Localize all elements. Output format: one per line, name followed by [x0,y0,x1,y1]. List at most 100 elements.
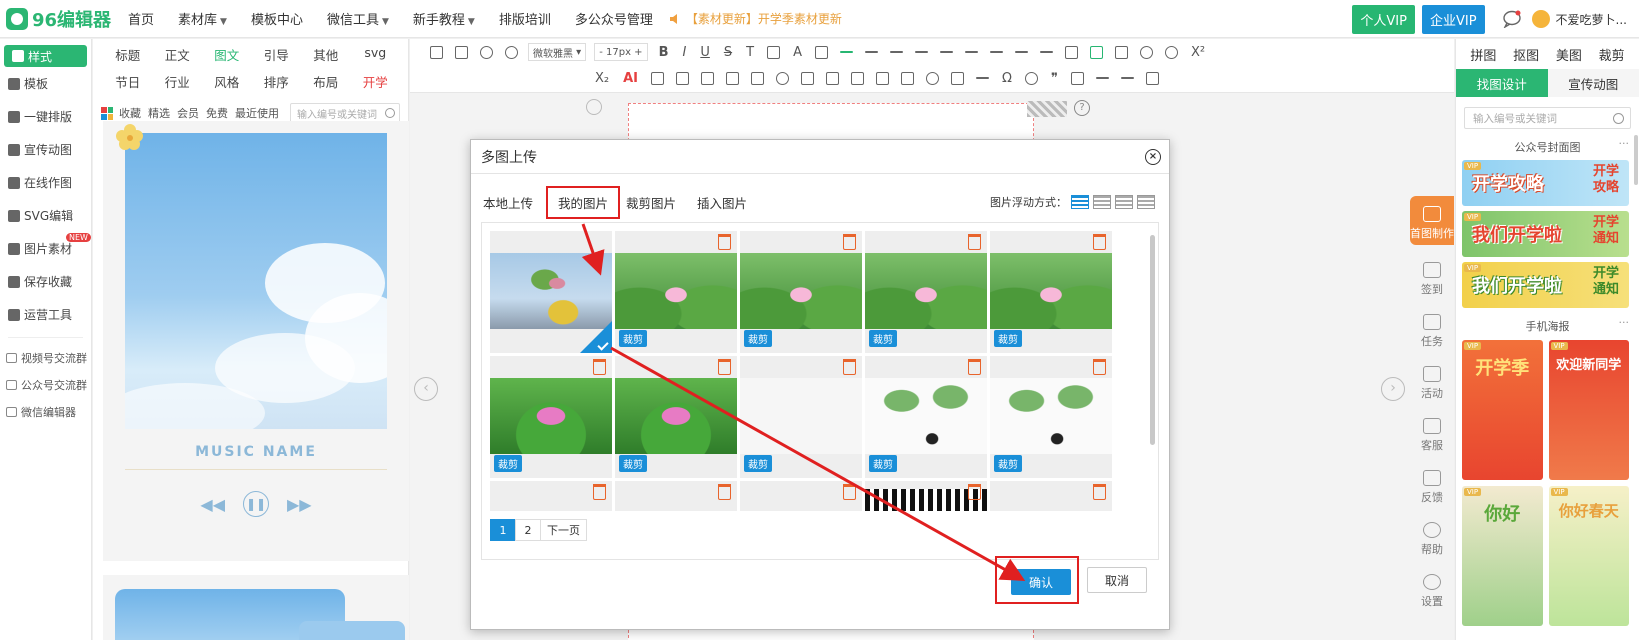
image-thumb[interactable] [740,481,862,511]
more-icon[interactable]: ··· [1619,137,1630,150]
style-search-input[interactable]: 输入编号或关键词 [290,103,400,123]
html-icon[interactable] [430,45,443,59]
italic-button[interactable]: I [682,45,686,60]
float-none-icon[interactable] [1071,195,1089,209]
image-thumb[interactable]: 裁剪 [615,231,737,353]
page-2[interactable]: 2 [515,519,541,541]
music-card-preview[interactable]: MUSIC NAME ◀◀ ❚❚ ▶▶ [103,121,409,561]
category-industry[interactable]: 行业 [153,72,203,91]
align-justify-icon[interactable] [914,51,928,53]
help-icon[interactable]: ? [1074,100,1090,116]
paste-icon[interactable] [826,71,840,85]
align-left-icon[interactable] [839,51,853,53]
image-thumb[interactable]: 裁剪 [490,356,612,478]
tools-icon[interactable] [951,71,965,85]
trash-icon[interactable] [843,234,856,250]
notice-link[interactable]: 【素材更新】开学季素材更新 [669,10,842,27]
pattern-icon[interactable] [651,71,665,85]
tab-cropped-images[interactable]: 裁剪图片 [626,193,676,212]
category-layout[interactable]: 布局 [301,72,351,91]
tab-beautify[interactable]: 美图 [1556,45,1582,64]
image-thumb[interactable] [490,231,612,353]
category-school[interactable]: 开学 [351,72,401,91]
cancel-button[interactable]: 取消 [1087,567,1147,593]
nav-wechat-tools[interactable]: 微信工具 ▼ [327,9,389,28]
emoji-icon[interactable] [1024,71,1038,85]
unlink-icon[interactable] [1164,45,1178,59]
tab-crop[interactable]: 裁剪 [1599,45,1625,64]
sidebar-item-favorites[interactable]: 保存收藏 [0,265,91,298]
close-icon[interactable]: × [1145,149,1161,165]
align-right-icon[interactable] [889,51,903,53]
search-icon[interactable] [1613,113,1624,124]
strip-item-feedback[interactable]: 反馈 [1410,470,1454,505]
sidebar-item-auto-layout[interactable]: 一键排版 [0,100,91,133]
image-thumb[interactable] [490,481,612,511]
nav-training[interactable]: 排版培训 [499,9,551,28]
nav-materials[interactable]: 素材库 ▼ [178,9,227,28]
align-center-icon[interactable] [864,51,878,53]
crop-button[interactable]: 裁剪 [869,455,897,472]
right-search-input[interactable]: 输入编号或关键词 [1464,107,1631,129]
trash-icon[interactable] [843,484,856,500]
magic-icon[interactable] [926,71,940,85]
trash-icon[interactable] [1093,234,1106,250]
crop-button[interactable]: 裁剪 [994,330,1022,347]
trash-icon[interactable] [968,484,981,500]
filter-featured[interactable]: 精选 [148,105,170,121]
chevron-right-icon[interactable]: › [1381,377,1405,401]
poster-card[interactable]: VIP 开学季 [1462,340,1543,480]
filter-free[interactable]: 免费 [206,105,228,121]
image-thumb[interactable] [865,481,987,511]
category-other[interactable]: 其他 [301,45,351,64]
category-title[interactable]: 标题 [103,45,153,64]
category-image-text[interactable]: 图文 [202,45,252,64]
message-icon[interactable] [1502,10,1522,28]
trash-icon[interactable] [718,359,731,375]
chevron-left-icon[interactable]: ‹ [414,377,438,401]
image-icon[interactable] [701,71,715,85]
strip-item-help[interactable]: 帮助 [1410,522,1454,557]
doc-icon[interactable] [455,45,468,59]
group-link-video[interactable]: 视频号交流群 [0,344,91,371]
avatar[interactable] [1531,10,1550,28]
group-link-official[interactable]: 公众号交流群 [0,371,91,398]
image-thumb[interactable]: 裁剪 [990,231,1112,353]
bold-button[interactable]: B [659,45,669,60]
image-grid-scrollbar[interactable] [1150,235,1155,445]
strip-item-activity[interactable]: 活动 [1410,366,1454,401]
strip-item-checkin[interactable]: 签到 [1410,262,1454,297]
category-style[interactable]: 风格 [202,72,252,91]
trash-icon[interactable] [718,234,731,250]
float-left-icon[interactable] [1093,195,1111,209]
strip-item-service[interactable]: 客服 [1410,418,1454,453]
crop-button[interactable]: 裁剪 [994,455,1022,472]
paragraph-spacing-icon[interactable] [989,51,1003,53]
poster-card[interactable]: VIP 你好春天 [1548,486,1629,626]
font-size-select[interactable]: - 17px + [594,43,648,61]
crop-button[interactable]: 裁剪 [744,330,772,347]
tab-cutout[interactable]: 抠图 [1513,45,1539,64]
border-icon[interactable] [767,45,781,59]
username[interactable]: 不爱吃萝卜... [1556,11,1627,28]
category-festival[interactable]: 节日 [103,72,153,91]
nav-multi-account[interactable]: 多公众号管理 [575,9,653,28]
highlight-icon[interactable] [814,45,828,59]
filter-favorites[interactable]: 收藏 [119,105,141,121]
strip-item-settings[interactable]: 设置 [1410,574,1454,609]
text-format-button[interactable]: T [746,45,754,60]
trash-icon[interactable] [1093,359,1106,375]
sidebar-item-gif[interactable]: 宣传动图 [0,133,91,166]
sidebar-item-template[interactable]: 模板 [0,67,91,100]
nav-home[interactable]: 首页 [128,9,154,28]
crop-button[interactable]: 裁剪 [494,455,522,472]
tab-my-images[interactable]: 我的图片 [546,185,621,219]
trash-icon[interactable] [718,484,731,500]
image-thumb[interactable]: 裁剪 [740,356,862,478]
special-char-button[interactable]: Ω [1002,71,1012,86]
search-icon[interactable] [385,108,395,118]
crop-button[interactable]: 裁剪 [744,455,772,472]
link-icon[interactable] [1139,45,1153,59]
tab-local-upload[interactable]: 本地上传 [483,193,533,212]
image-thumb[interactable]: 裁剪 [615,356,737,478]
